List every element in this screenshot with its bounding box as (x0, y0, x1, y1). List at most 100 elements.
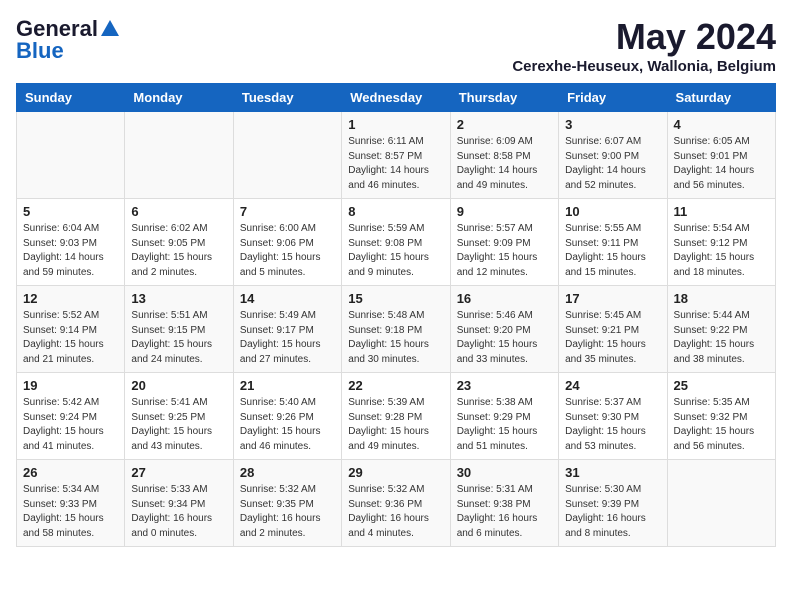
cell-content: Sunrise: 5:41 AMSunset: 9:25 PMDaylight:… (131, 396, 226, 454)
cell-content: Sunrise: 5:38 AMSunset: 9:29 PMDaylight:… (457, 396, 552, 454)
day-number: 25 (674, 378, 769, 393)
calendar-cell: 27 Sunrise: 5:33 AMSunset: 9:34 PMDayligh… (125, 460, 233, 547)
day-number: 22 (348, 378, 443, 393)
cell-content: Sunrise: 5:35 AMSunset: 9:32 PMDaylight:… (674, 396, 769, 454)
calendar-cell: 26Sunrise: 5:34 AMSunset: 9:33 PMDayligh… (17, 460, 125, 547)
calendar-cell: 29 Sunrise: 5:32 AMSunset: 9:36 PMDayligh… (342, 460, 450, 547)
cell-content: Sunrise: 5:55 AMSunset: 9:11 PMDaylight:… (565, 222, 660, 280)
day-number: 20 (131, 378, 226, 393)
calendar-cell: 13 Sunrise: 5:51 AMSunset: 9:15 PMDayligh… (125, 286, 233, 373)
calendar-cell: 6 Sunrise: 6:02 AMSunset: 9:05 PMDaylight… (125, 199, 233, 286)
day-number: 21 (240, 378, 335, 393)
logo-blue: Blue (16, 38, 64, 64)
day-number: 10 (565, 204, 660, 219)
title-section: May 2024 Cerexhe-Heuseux, Wallonia, Belg… (512, 16, 776, 75)
cell-content: Sunrise: 6:11 AMSunset: 8:57 PMDaylight:… (348, 135, 443, 193)
calendar-cell: 30 Sunrise: 5:31 AMSunset: 9:38 PMDayligh… (450, 460, 558, 547)
calendar-cell: 24 Sunrise: 5:37 AMSunset: 9:30 PMDayligh… (559, 373, 667, 460)
day-number: 6 (131, 204, 226, 219)
day-number: 4 (674, 117, 769, 132)
calendar-cell: 21 Sunrise: 5:40 AMSunset: 9:26 PMDayligh… (233, 373, 341, 460)
day-header-thursday: Thursday (450, 84, 558, 112)
day-number: 7 (240, 204, 335, 219)
cell-content: Sunrise: 6:02 AMSunset: 9:05 PMDaylight:… (131, 222, 226, 280)
cell-content: Sunrise: 5:39 AMSunset: 9:28 PMDaylight:… (348, 396, 443, 454)
calendar-week-5: 26Sunrise: 5:34 AMSunset: 9:33 PMDayligh… (17, 460, 776, 547)
day-number: 19 (23, 378, 118, 393)
day-number: 8 (348, 204, 443, 219)
calendar-cell: 1 Sunrise: 6:11 AMSunset: 8:57 PMDaylight… (342, 112, 450, 199)
calendar-cell: 23 Sunrise: 5:38 AMSunset: 9:29 PMDayligh… (450, 373, 558, 460)
calendar-cell (667, 460, 775, 547)
calendar-cell (233, 112, 341, 199)
calendar-cell: 25 Sunrise: 5:35 AMSunset: 9:32 PMDayligh… (667, 373, 775, 460)
cell-content: Sunrise: 5:49 AMSunset: 9:17 PMDaylight:… (240, 309, 335, 367)
calendar-cell: 5 Sunrise: 6:04 AMSunset: 9:03 PMDaylight… (17, 199, 125, 286)
calendar-cell: 7Sunrise: 6:00 AMSunset: 9:06 PMDaylight… (233, 199, 341, 286)
calendar-cell: 12 Sunrise: 5:52 AMSunset: 9:14 PMDayligh… (17, 286, 125, 373)
day-number: 17 (565, 291, 660, 306)
month-title: May 2024 (512, 16, 776, 58)
cell-content: Sunrise: 5:59 AMSunset: 9:08 PMDaylight:… (348, 222, 443, 280)
day-number: 30 (457, 465, 552, 480)
day-header-tuesday: Tuesday (233, 84, 341, 112)
day-number: 26 (23, 465, 118, 480)
calendar-week-4: 19 Sunrise: 5:42 AMSunset: 9:24 PMDayligh… (17, 373, 776, 460)
calendar-cell: 2 Sunrise: 6:09 AMSunset: 8:58 PMDaylight… (450, 112, 558, 199)
cell-content: Sunrise: 6:09 AMSunset: 8:58 PMDaylight:… (457, 135, 552, 193)
calendar-week-2: 5 Sunrise: 6:04 AMSunset: 9:03 PMDaylight… (17, 199, 776, 286)
calendar-cell: 4 Sunrise: 6:05 AMSunset: 9:01 PMDaylight… (667, 112, 775, 199)
cell-content: Sunrise: 5:37 AMSunset: 9:30 PMDaylight:… (565, 396, 660, 454)
cell-content: Sunrise: 5:42 AMSunset: 9:24 PMDaylight:… (23, 396, 118, 454)
calendar-cell: 11 Sunrise: 5:54 AMSunset: 9:12 PMDayligh… (667, 199, 775, 286)
day-number: 12 (23, 291, 118, 306)
cell-content: Sunrise: 6:07 AMSunset: 9:00 PMDaylight:… (565, 135, 660, 193)
page-header: General Blue May 2024 Cerexhe-Heuseux, W… (16, 16, 776, 75)
day-number: 16 (457, 291, 552, 306)
cell-content: Sunrise: 5:46 AMSunset: 9:20 PMDaylight:… (457, 309, 552, 367)
calendar-cell: 20 Sunrise: 5:41 AMSunset: 9:25 PMDayligh… (125, 373, 233, 460)
day-number: 31 (565, 465, 660, 480)
day-number: 1 (348, 117, 443, 132)
day-number: 24 (565, 378, 660, 393)
cell-content: Sunrise: 5:33 AMSunset: 9:34 PMDaylight:… (131, 483, 226, 541)
cell-content: Sunrise: 5:51 AMSunset: 9:15 PMDaylight:… (131, 309, 226, 367)
cell-content: Sunrise: 5:54 AMSunset: 9:12 PMDaylight:… (674, 222, 769, 280)
header-row: SundayMondayTuesdayWednesdayThursdayFrid… (17, 84, 776, 112)
calendar-cell (17, 112, 125, 199)
calendar-week-3: 12 Sunrise: 5:52 AMSunset: 9:14 PMDayligh… (17, 286, 776, 373)
calendar-cell: 9 Sunrise: 5:57 AMSunset: 9:09 PMDaylight… (450, 199, 558, 286)
day-number: 27 (131, 465, 226, 480)
day-header-sunday: Sunday (17, 84, 125, 112)
day-number: 9 (457, 204, 552, 219)
day-header-friday: Friday (559, 84, 667, 112)
location-title: Cerexhe-Heuseux, Wallonia, Belgium (512, 58, 776, 75)
day-header-monday: Monday (125, 84, 233, 112)
day-number: 13 (131, 291, 226, 306)
calendar-cell: 18Sunrise: 5:44 AMSunset: 9:22 PMDayligh… (667, 286, 775, 373)
cell-content: Sunrise: 6:05 AMSunset: 9:01 PMDaylight:… (674, 135, 769, 193)
cell-content: Sunrise: 5:32 AMSunset: 9:35 PMDaylight:… (240, 483, 335, 541)
logo: General Blue (16, 16, 122, 64)
cell-content: Sunrise: 5:57 AMSunset: 9:09 PMDaylight:… (457, 222, 552, 280)
day-number: 18 (674, 291, 769, 306)
day-number: 3 (565, 117, 660, 132)
day-number: 5 (23, 204, 118, 219)
calendar-cell: 19 Sunrise: 5:42 AMSunset: 9:24 PMDayligh… (17, 373, 125, 460)
calendar-table: SundayMondayTuesdayWednesdayThursdayFrid… (16, 83, 776, 547)
day-number: 29 (348, 465, 443, 480)
cell-content: Sunrise: 5:40 AMSunset: 9:26 PMDaylight:… (240, 396, 335, 454)
calendar-cell (125, 112, 233, 199)
calendar-cell: 8 Sunrise: 5:59 AMSunset: 9:08 PMDaylight… (342, 199, 450, 286)
day-number: 11 (674, 204, 769, 219)
day-number: 23 (457, 378, 552, 393)
cell-content: Sunrise: 5:31 AMSunset: 9:38 PMDaylight:… (457, 483, 552, 541)
day-number: 28 (240, 465, 335, 480)
cell-content: Sunrise: 5:32 AMSunset: 9:36 PMDaylight:… (348, 483, 443, 541)
day-header-wednesday: Wednesday (342, 84, 450, 112)
cell-content: Sunrise: 5:52 AMSunset: 9:14 PMDaylight:… (23, 309, 118, 367)
calendar-cell: 3 Sunrise: 6:07 AMSunset: 9:00 PMDaylight… (559, 112, 667, 199)
logo-icon (99, 18, 121, 40)
cell-content: Sunrise: 6:04 AMSunset: 9:03 PMDaylight:… (23, 222, 118, 280)
day-number: 2 (457, 117, 552, 132)
